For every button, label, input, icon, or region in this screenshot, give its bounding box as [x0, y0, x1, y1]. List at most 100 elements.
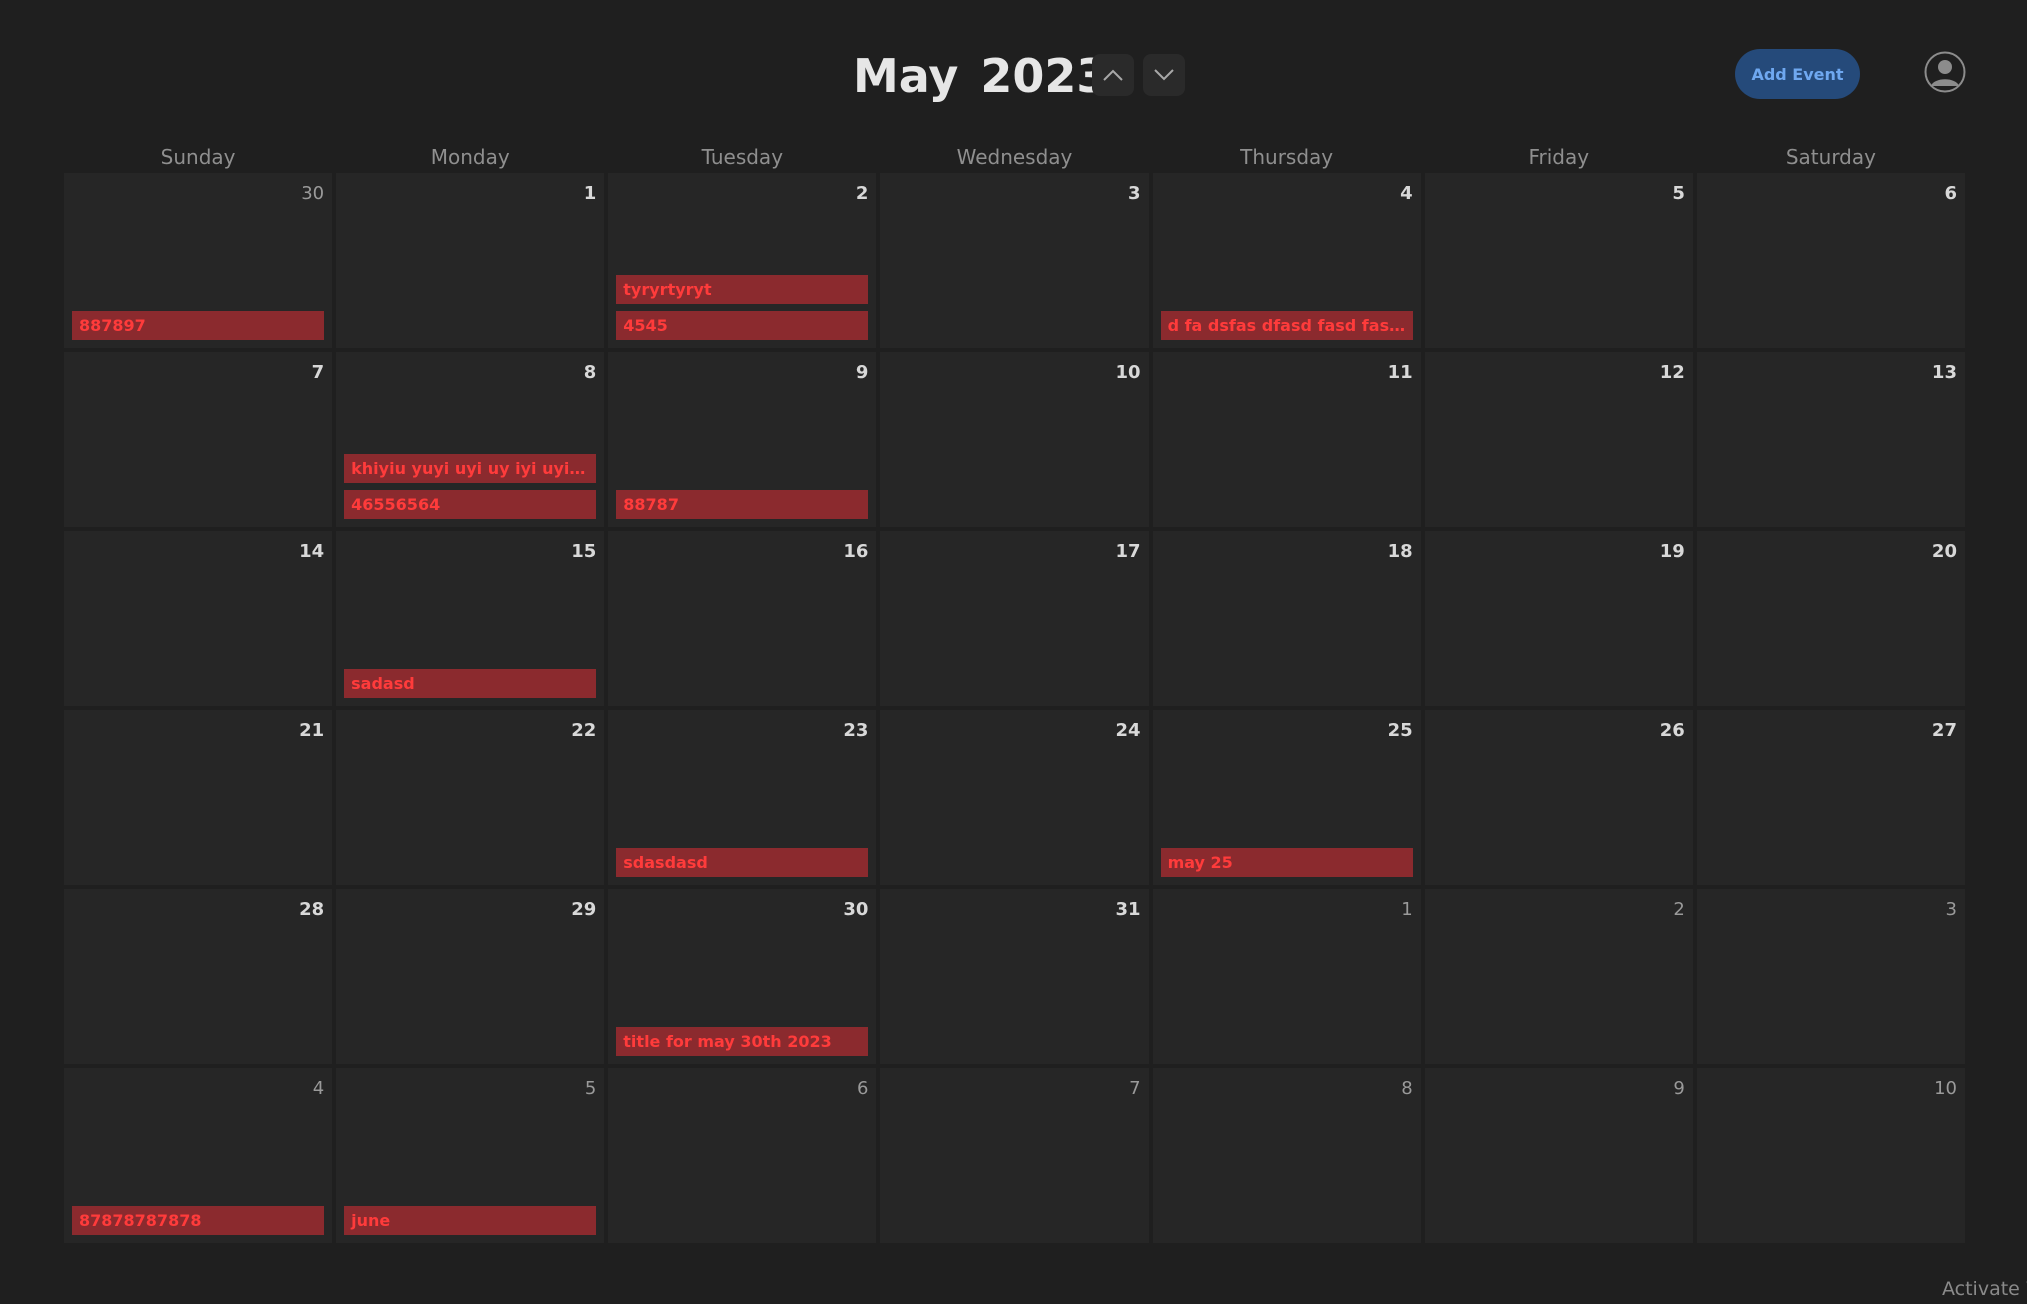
- day-number: 7: [311, 362, 325, 383]
- day-number: 5: [584, 1078, 597, 1099]
- day-cell[interactable]: 25 may 25: [1152, 710, 1421, 885]
- day-cell[interactable]: 30 887897: [64, 173, 333, 348]
- day-cell[interactable]: 4 87878787878: [64, 1068, 333, 1243]
- event-chip[interactable]: title for may 30th 2023: [616, 1027, 869, 1056]
- event-list: d fa dsfas dfasd fasd fasd asd: [1160, 311, 1413, 340]
- day-cell[interactable]: 1: [336, 173, 605, 348]
- previous-month-button[interactable]: [1092, 54, 1134, 96]
- day-number: 19: [1659, 541, 1685, 562]
- day-cell[interactable]: 6: [1696, 173, 1965, 348]
- day-cell[interactable]: 21: [64, 710, 333, 885]
- day-cell[interactable]: 6: [608, 1068, 877, 1243]
- day-cell[interactable]: 18: [1152, 531, 1421, 706]
- day-number: 12: [1659, 362, 1685, 383]
- day-number: 21: [299, 720, 325, 741]
- day-number: 2: [855, 183, 869, 204]
- event-list: may 25: [1160, 848, 1413, 877]
- day-cell[interactable]: 19: [1424, 531, 1693, 706]
- weekday-label: Thursday: [1240, 145, 1334, 169]
- event-chip[interactable]: sadasd: [344, 669, 597, 698]
- weekday-label: Monday: [430, 145, 510, 169]
- day-number: 26: [1659, 720, 1685, 741]
- day-cell[interactable]: 27: [1696, 710, 1965, 885]
- day-cell[interactable]: 23 sdasdasd: [608, 710, 877, 885]
- day-cell[interactable]: 11: [1152, 352, 1421, 527]
- event-chip[interactable]: 87878787878: [72, 1206, 325, 1235]
- day-number: 13: [1931, 362, 1957, 383]
- day-number: 3: [1128, 183, 1141, 204]
- day-cell[interactable]: 10: [1696, 1068, 1965, 1243]
- day-cell[interactable]: 24: [880, 710, 1149, 885]
- event-chip[interactable]: june: [344, 1206, 597, 1235]
- event-chip[interactable]: 887897: [72, 311, 325, 340]
- day-cell[interactable]: 12: [1424, 352, 1693, 527]
- day-cell[interactable]: 15 sadasd: [336, 531, 605, 706]
- event-list: sadasd: [344, 669, 597, 698]
- day-number: 11: [1387, 362, 1413, 383]
- day-number: 4: [1400, 183, 1413, 204]
- weekday-label: Saturday: [1785, 145, 1876, 169]
- event-list: sdasdasd: [616, 848, 869, 877]
- event-chip[interactable]: may 25: [1160, 848, 1413, 877]
- day-cell[interactable]: 8 khiyiu yuyi uyi uy iyi uyi y t t 4655656…: [336, 352, 605, 527]
- user-avatar-icon[interactable]: [1924, 51, 1966, 93]
- day-cell[interactable]: 17: [880, 531, 1149, 706]
- day-cell[interactable]: 8: [1152, 1068, 1421, 1243]
- day-cell[interactable]: 9: [1424, 1068, 1693, 1243]
- day-cell[interactable]: 22: [336, 710, 605, 885]
- day-number: 9: [855, 362, 869, 383]
- event-chip[interactable]: 88787: [616, 490, 869, 519]
- next-month-button[interactable]: [1143, 54, 1185, 96]
- day-number: 2: [1673, 899, 1685, 920]
- add-event-button[interactable]: Add Event: [1735, 49, 1860, 99]
- day-cell[interactable]: 2: [1424, 889, 1693, 1064]
- day-cell[interactable]: 28: [64, 889, 333, 1064]
- chevron-up-icon: [1103, 69, 1123, 81]
- event-chip[interactable]: 4545: [616, 311, 869, 340]
- event-chip[interactable]: d fa dsfas dfasd fasd fasd asd: [1160, 311, 1413, 340]
- day-number: 1: [583, 183, 597, 204]
- day-number: 16: [843, 541, 869, 562]
- day-number: 8: [1401, 1078, 1413, 1099]
- day-cell[interactable]: 30 title for may 30th 2023: [608, 889, 877, 1064]
- weekday-label: Friday: [1528, 145, 1590, 169]
- day-cell[interactable]: 31: [880, 889, 1149, 1064]
- day-cell[interactable]: 1: [1152, 889, 1421, 1064]
- day-cell[interactable]: 4 d fa dsfas dfasd fasd fasd asd: [1152, 173, 1421, 348]
- weekday-header-row: Sunday Monday Tuesday Wednesday Thursday Frid…: [64, 143, 1965, 171]
- event-chip[interactable]: sdasdasd: [616, 848, 869, 877]
- day-cell[interactable]: 5: [1424, 173, 1693, 348]
- day-number: 5: [1672, 183, 1685, 204]
- event-chip[interactable]: khiyiu yuyi uyi uy iyi uyi y t t: [344, 454, 597, 483]
- day-number: 15: [571, 541, 597, 562]
- day-number: 24: [1115, 720, 1141, 741]
- event-chip[interactable]: tyryrtyryt: [616, 275, 869, 304]
- day-cell[interactable]: 3: [880, 173, 1149, 348]
- day-cell[interactable]: 26: [1424, 710, 1693, 885]
- day-cell[interactable]: 7: [880, 1068, 1149, 1243]
- day-number: 1: [1401, 899, 1413, 920]
- day-cell[interactable]: 5 june: [336, 1068, 605, 1243]
- day-cell[interactable]: 20: [1696, 531, 1965, 706]
- day-cell[interactable]: 29: [336, 889, 605, 1064]
- event-list: 87878787878: [72, 1206, 325, 1235]
- day-number: 29: [571, 899, 597, 920]
- day-number: 14: [299, 541, 325, 562]
- day-cell[interactable]: 14: [64, 531, 333, 706]
- weekday-label: Wednesday: [956, 145, 1073, 169]
- day-cell[interactable]: 7: [64, 352, 333, 527]
- day-cell[interactable]: 13: [1696, 352, 1965, 527]
- day-number: 18: [1387, 541, 1413, 562]
- day-number: 30: [843, 899, 869, 920]
- day-number: 23: [843, 720, 869, 741]
- year-label: 2023: [980, 49, 1109, 103]
- day-cell[interactable]: 3: [1696, 889, 1965, 1064]
- event-chip[interactable]: 46556564: [344, 490, 597, 519]
- day-cell[interactable]: 10: [880, 352, 1149, 527]
- day-cell[interactable]: 9 88787: [608, 352, 877, 527]
- event-list: title for may 30th 2023: [616, 1027, 869, 1056]
- day-number: 10: [1934, 1078, 1957, 1099]
- day-cell[interactable]: 16: [608, 531, 877, 706]
- day-number: 4: [312, 1078, 325, 1099]
- day-cell[interactable]: 2 tyryrtyryt 4545: [608, 173, 877, 348]
